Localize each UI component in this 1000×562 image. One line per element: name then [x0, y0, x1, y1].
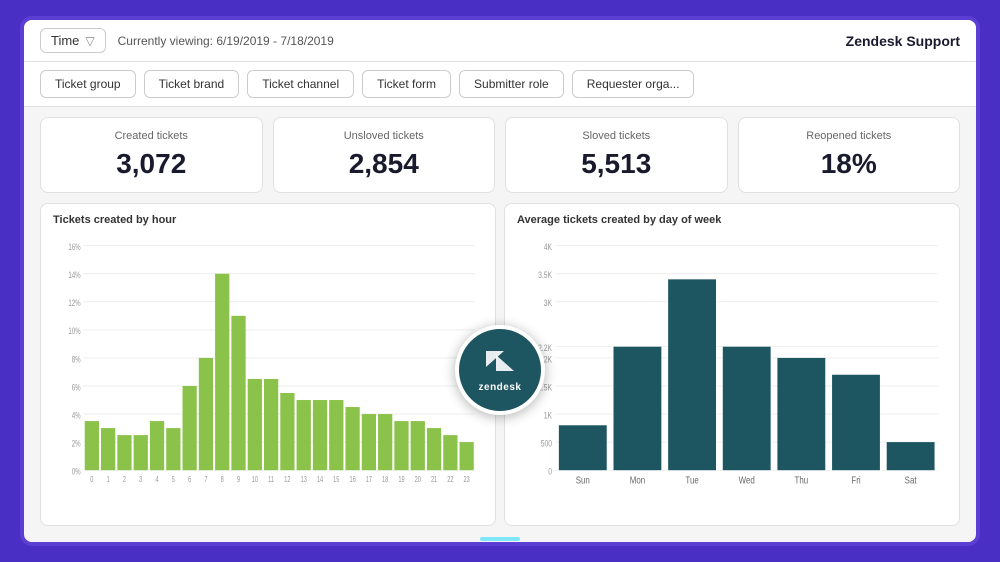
metric-reopened-label: Reopened tickets [755, 130, 944, 142]
svg-text:5: 5 [172, 476, 175, 484]
charts-area: Tickets created by hour 0% 2% 4% 6% 8% 10% 12%… [24, 203, 976, 536]
pill-submitter-role[interactable]: Submitter role [459, 70, 564, 98]
svg-text:2K: 2K [544, 354, 553, 364]
svg-text:9: 9 [237, 476, 240, 484]
svg-text:7: 7 [204, 476, 207, 484]
metric-unsolved-value: 2,854 [290, 148, 479, 180]
pill-ticket-brand[interactable]: Ticket brand [144, 70, 240, 98]
pill-ticket-channel[interactable]: Ticket channel [247, 70, 354, 98]
metric-unsolved-label: Unsloved tickets [290, 130, 479, 142]
pill-ticket-group[interactable]: Ticket group [40, 70, 136, 98]
metric-created-label: Created tickets [57, 130, 246, 142]
chart-left: Tickets created by hour 0% 2% 4% 6% 8% 10% 12%… [40, 203, 496, 526]
bottom-bar [24, 536, 976, 542]
bottom-indicator [480, 537, 520, 541]
metric-reopened-tickets: Reopened tickets 18% [738, 117, 961, 193]
svg-text:1: 1 [107, 476, 110, 484]
svg-text:4: 4 [155, 476, 158, 484]
svg-text:0: 0 [90, 476, 93, 484]
svg-text:Tue: Tue [685, 474, 698, 485]
zendesk-text: zendesk [479, 382, 522, 393]
svg-text:4K: 4K [544, 242, 553, 252]
svg-text:16%: 16% [68, 242, 81, 252]
metric-unsolved-tickets: Unsloved tickets 2,854 [273, 117, 496, 193]
svg-text:4%: 4% [72, 410, 81, 420]
svg-text:22: 22 [447, 476, 453, 484]
metric-solved-label: Sloved tickets [522, 130, 711, 142]
pill-ticket-form[interactable]: Ticket form [362, 70, 451, 98]
svg-text:2: 2 [123, 476, 126, 484]
time-filter-button[interactable]: Time ▽ [40, 28, 106, 53]
chart-right-inner: 05001K1.5K2K2.2K3K3.5K4KSunMonTueWedThuF… [517, 234, 947, 511]
svg-text:1K: 1K [544, 411, 553, 421]
svg-text:20: 20 [415, 476, 421, 484]
app-title: Zendesk Support [846, 33, 960, 49]
svg-text:18: 18 [382, 476, 388, 484]
svg-text:19: 19 [398, 476, 404, 484]
zendesk-logo: zendesk [455, 325, 545, 415]
filter-pills-row: Ticket group Ticket brand Ticket channel… [24, 62, 976, 107]
svg-text:10%: 10% [68, 326, 81, 336]
zendesk-z-icon [484, 347, 516, 380]
svg-text:0%: 0% [72, 466, 81, 476]
chart-right: Average tickets created by day of week 0… [504, 203, 960, 526]
svg-text:21: 21 [431, 476, 437, 484]
header-bar: Time ▽ Currently viewing: 6/19/2019 - 7/… [24, 20, 976, 62]
svg-text:14: 14 [317, 476, 323, 484]
svg-text:3.5K: 3.5K [538, 270, 553, 280]
svg-text:13: 13 [301, 476, 307, 484]
svg-text:Mon: Mon [630, 474, 645, 485]
filter-icon: ▽ [85, 34, 94, 48]
svg-text:Thu: Thu [795, 474, 809, 485]
svg-text:14%: 14% [68, 270, 81, 280]
svg-text:6%: 6% [72, 382, 81, 392]
date-range-label: Currently viewing: 6/19/2019 - 7/18/2019 [118, 34, 334, 48]
chart-left-title: Tickets created by hour [53, 214, 483, 226]
svg-text:12%: 12% [68, 298, 81, 308]
svg-text:23: 23 [464, 476, 470, 484]
svg-text:12: 12 [284, 476, 290, 484]
svg-text:3K: 3K [544, 298, 553, 308]
svg-text:8: 8 [221, 476, 224, 484]
svg-text:16: 16 [349, 476, 355, 484]
svg-text:Sat: Sat [905, 474, 917, 485]
svg-text:10: 10 [252, 476, 258, 484]
metric-reopened-value: 18% [755, 148, 944, 180]
metric-created-value: 3,072 [57, 148, 246, 180]
svg-text:17: 17 [366, 476, 372, 484]
svg-text:Sun: Sun [576, 474, 590, 485]
svg-text:500: 500 [541, 439, 553, 449]
time-label: Time [51, 33, 79, 48]
svg-text:8%: 8% [72, 354, 81, 364]
pill-requester-orga[interactable]: Requester orga... [572, 70, 695, 98]
metrics-row: Created tickets 3,072 Unsloved tickets 2… [24, 107, 976, 203]
svg-text:0: 0 [548, 467, 552, 477]
svg-text:15: 15 [333, 476, 339, 484]
metric-solved-value: 5,513 [522, 148, 711, 180]
svg-text:3: 3 [139, 476, 142, 484]
header-left: Time ▽ Currently viewing: 6/19/2019 - 7/… [40, 28, 334, 53]
svg-text:Fri: Fri [851, 474, 860, 485]
svg-text:Wed: Wed [739, 474, 755, 485]
svg-text:2%: 2% [72, 438, 81, 448]
metric-created-tickets: Created tickets 3,072 [40, 117, 263, 193]
main-container: Time ▽ Currently viewing: 6/19/2019 - 7/… [20, 16, 980, 546]
metric-solved-tickets: Sloved tickets 5,513 [505, 117, 728, 193]
svg-text:11: 11 [268, 476, 274, 484]
chart-right-title: Average tickets created by day of week [517, 214, 947, 226]
svg-text:6: 6 [188, 476, 191, 484]
chart-left-inner: 0%2%4%6%8%10%12%14%16%012345678910111213… [53, 234, 483, 511]
